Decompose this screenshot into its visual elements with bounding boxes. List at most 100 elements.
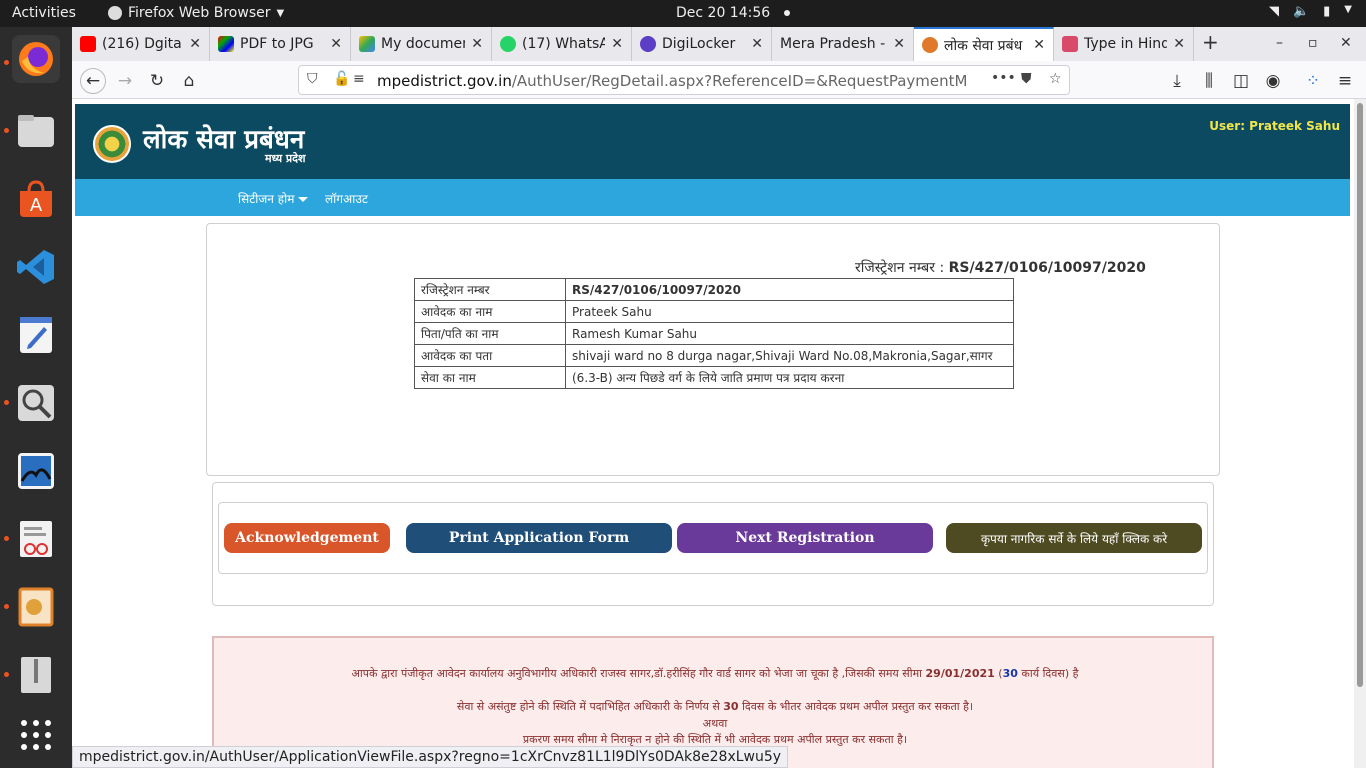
appeal-days-count: 30 <box>723 700 739 713</box>
insecure-lock-icon[interactable]: 🔓 <box>333 71 350 87</box>
table-row: सेवा का नाम (6.3-B) अन्य पिछडे वर्ग के ल… <box>414 366 1014 389</box>
window-close-icon[interactable]: ✕ <box>1340 35 1352 51</box>
notice-line-deadline: आपके द्वारा पंजीकृत आवेदन कार्यालय अनुवि… <box>214 666 1216 681</box>
tab-digilocker[interactable]: DigiLocker ✕ <box>632 27 772 61</box>
app-menu[interactable]: Firefox Web Browser ▼ <box>108 5 284 21</box>
back-arrow-icon[interactable]: ← <box>80 68 106 94</box>
scrollbar-thumb[interactable] <box>1357 103 1363 687</box>
site-logo-subtitle: मध्य प्रदेश <box>265 152 306 165</box>
files-icon[interactable] <box>12 107 60 155</box>
link-status-bar: mpedistrict.gov.in/AuthUser/ApplicationV… <box>72 746 789 768</box>
page-actions-icon[interactable]: ••• <box>991 70 1016 86</box>
system-top-bar: Activities Firefox Web Browser ▼ Dec 20 … <box>0 0 1366 27</box>
site-menu-bar: सिटीजन होम लॉगआउट <box>75 179 1350 216</box>
home-icon[interactable]: ⌂ <box>176 68 202 94</box>
tab-label: My documen <box>381 36 466 52</box>
document-viewer-icon[interactable] <box>12 515 60 563</box>
software-center-icon[interactable]: A <box>12 175 60 223</box>
running-indicator <box>4 604 9 609</box>
menu-logout[interactable]: लॉगआउट <box>325 190 368 207</box>
tab-type-in-hindi[interactable]: Type in Hind ✕ <box>1054 27 1194 61</box>
running-indicator <box>4 128 9 133</box>
tab-label: (216) Dgital <box>102 36 184 52</box>
activities-button[interactable]: Activities <box>12 5 76 21</box>
tab-youtube[interactable]: (216) Dgital ✕ <box>72 27 210 61</box>
next-registration-button[interactable]: Next Registration <box>677 523 933 553</box>
site-header: लोक सेवा प्रबंधन मध्य प्रदेश User: Prate… <box>75 104 1350 179</box>
archive-icon[interactable] <box>12 651 60 699</box>
registration-heading: रजिस्ट्रेशन नम्बर : RS/427/0106/10097/20… <box>855 258 1146 277</box>
url-text[interactable]: mpedistrict.gov.in/AuthUser/RegDetail.as… <box>377 72 967 90</box>
tab-label: Mera Pradesh - <box>780 36 886 52</box>
notice-line-appeal: सेवा से असंतुष्ट होने की स्थिति में पदाभ… <box>214 699 1216 714</box>
firefox-icon[interactable] <box>12 35 60 83</box>
app-menu-label: Firefox Web Browser <box>128 5 271 21</box>
minimize-icon[interactable]: – <box>1276 35 1283 51</box>
account-icon[interactable]: ◉ <box>1260 68 1286 94</box>
table-row: पिता/पति का नाम Ramesh Kumar Sahu <box>414 322 1014 345</box>
close-icon[interactable]: ✕ <box>893 36 905 52</box>
close-icon[interactable]: ✕ <box>471 36 483 52</box>
downloads-icon[interactable]: ⤓ <box>1164 68 1190 94</box>
dock: A <box>0 27 72 768</box>
presentation-icon[interactable] <box>12 583 60 631</box>
app-grid-icon[interactable] <box>12 711 60 759</box>
print-application-form-button[interactable]: Print Application Form <box>406 523 672 553</box>
tab-label: (17) WhatsA <box>522 36 606 52</box>
vscode-icon[interactable] <box>12 243 60 291</box>
working-days-count: 30 <box>1002 667 1018 680</box>
tab-pdf-to-jpg[interactable]: PDF to JPG ✕ <box>210 27 351 61</box>
table-key: पिता/पति का नाम <box>414 322 566 345</box>
hamburger-menu-icon[interactable]: ≡ <box>1332 68 1358 94</box>
notice-line-unresolved: प्रकरण समय सीमा मे निराकृत न होने की स्थ… <box>522 733 908 746</box>
hindi-typing-icon <box>1062 36 1078 52</box>
page-scrollbar[interactable] <box>1354 99 1366 768</box>
close-icon[interactable]: ✕ <box>330 36 342 52</box>
acknowledgement-button[interactable]: Acknowledgement <box>224 523 390 553</box>
tab-label: DigiLocker <box>662 36 736 52</box>
library-icon[interactable]: ⫼ <box>1196 68 1222 94</box>
system-tray[interactable]: ◥ 🔈 ▮ ▼ <box>1269 4 1352 19</box>
close-icon[interactable]: ✕ <box>751 36 763 52</box>
tab-google-drive[interactable]: My documen ✕ <box>351 27 492 61</box>
table-value: Prateek Sahu <box>565 300 1014 323</box>
close-icon[interactable]: ✕ <box>611 36 623 52</box>
table-row: आवेदक का नाम Prateek Sahu <box>414 300 1014 323</box>
permissions-icon[interactable]: ≡ <box>353 71 365 87</box>
bookmark-star-icon[interactable]: ☆ <box>1049 71 1062 87</box>
whatsapp-icon <box>500 36 516 52</box>
running-indicator <box>4 536 9 541</box>
mp-emblem-icon <box>922 37 938 53</box>
photo-app-icon[interactable] <box>12 447 60 495</box>
sidebar-icon[interactable]: ◫ <box>1228 68 1254 94</box>
notice-text: दिवस के भीतर आवेदक प्रथम अपील प्रस्तुत क… <box>738 700 974 713</box>
forward-arrow-icon[interactable]: → <box>112 68 138 94</box>
image-viewer-icon[interactable] <box>12 379 60 427</box>
tab-lok-seva[interactable]: लोक सेवा प्रबंध ✕ <box>914 27 1054 61</box>
close-icon[interactable]: ✕ <box>1033 37 1045 53</box>
tab-label: PDF to JPG <box>240 36 314 52</box>
menu-citizen-home-label: सिटीजन होम <box>238 192 295 206</box>
clock[interactable]: Dec 20 14:56 <box>676 5 791 21</box>
close-icon[interactable]: ✕ <box>1173 36 1185 52</box>
new-tab-plus-icon[interactable]: + <box>1202 30 1219 54</box>
close-icon[interactable]: ✕ <box>189 36 201 52</box>
shield-icon[interactable]: ⛉ <box>307 71 318 87</box>
notice-text: आपके द्वारा पंजीकृत आवेदन कार्यालय अनुवि… <box>351 667 926 680</box>
tab-mera-pradesh[interactable]: Mera Pradesh - ✕ <box>772 27 914 61</box>
table-key: रजिस्ट्रेशन नम्बर <box>414 278 566 301</box>
user-label: User: Prateek Sahu <box>1209 119 1340 133</box>
registration-heading-value: RS/427/0106/10097/2020 <box>948 260 1146 276</box>
reload-icon[interactable]: ↻ <box>144 68 170 94</box>
text-editor-icon[interactable] <box>12 311 60 359</box>
svg-text:A: A <box>30 195 43 216</box>
maximize-icon[interactable]: ▫ <box>1308 35 1318 51</box>
deadline-date: 29/01/2021 <box>925 667 995 680</box>
url-bar[interactable]: ⛉ 🔓 ≡ mpedistrict.gov.in/AuthUser/RegDet… <box>298 65 1070 95</box>
tab-whatsapp[interactable]: (17) WhatsA ✕ <box>492 27 632 61</box>
url-path: /AuthUser/RegDetail.aspx?ReferenceID=&Re… <box>511 72 967 90</box>
pocket-icon[interactable]: ⛊ <box>1021 71 1032 87</box>
menu-citizen-home[interactable]: सिटीजन होम <box>238 190 309 207</box>
citizen-survey-button[interactable]: कृपया नागरिक सर्वे के लिये यहाँ क्लिक कर… <box>946 523 1202 553</box>
extensions-icon[interactable]: ⁘ <box>1300 68 1326 94</box>
